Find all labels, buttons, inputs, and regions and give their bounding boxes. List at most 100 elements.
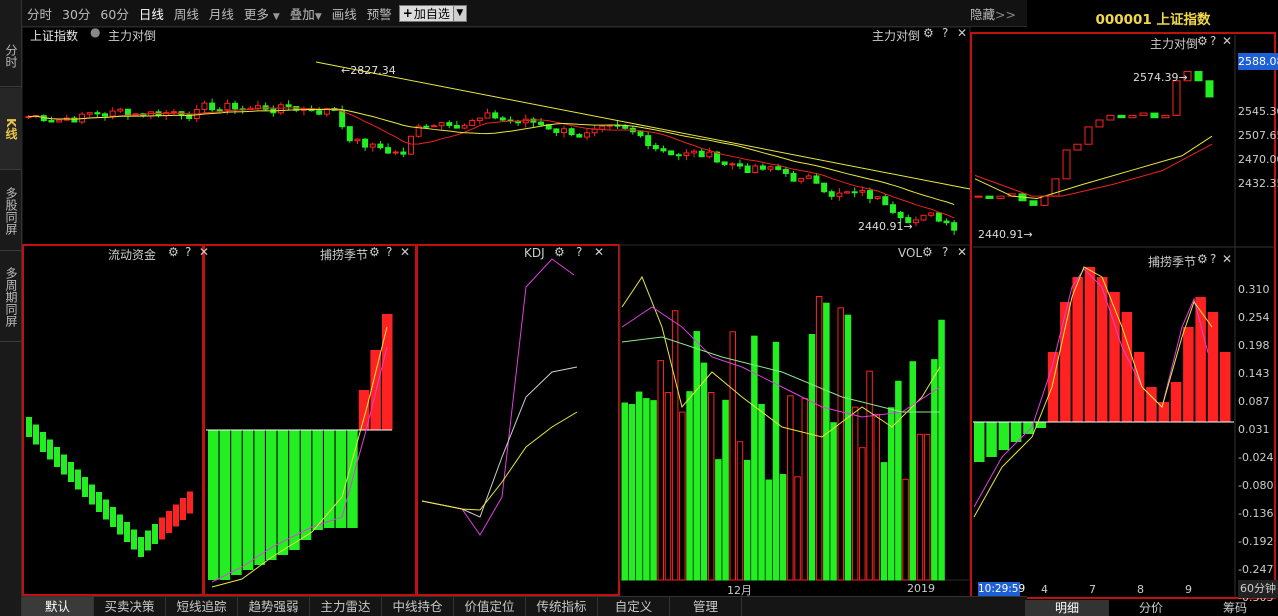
season-bar [289, 430, 300, 550]
season-bar [312, 430, 323, 530]
add-favorite-dropdown[interactable]: ▼ [453, 4, 467, 22]
liquidity-bar [33, 424, 39, 445]
candle-body [867, 190, 873, 199]
right-candle [1117, 114, 1126, 119]
candle-body [652, 145, 659, 150]
help-icon[interactable]: ? [942, 26, 948, 40]
nav-tab-multi-stock[interactable]: 多股同屏 [0, 171, 22, 251]
candle-body [346, 126, 353, 142]
liquidity-bar [54, 447, 60, 467]
draw-line-button[interactable]: 画线 [327, 4, 362, 23]
help-icon[interactable]: ? [576, 245, 582, 259]
gear-icon[interactable]: ⚙ [1197, 34, 1208, 48]
bottom-tab-short[interactable]: 短线追踪 [166, 597, 238, 616]
right-candle [996, 195, 1005, 199]
indicator-panels [22, 244, 971, 596]
candle-body [691, 150, 698, 154]
nav-tab-kline[interactable]: K线 [0, 88, 22, 170]
candle-body [576, 134, 583, 138]
candle-body [583, 132, 590, 138]
axis-tick-label: 2470.00 [1238, 153, 1278, 166]
candle-body [912, 219, 919, 224]
help-icon[interactable]: ? [1210, 252, 1216, 266]
bottom-tab-trend[interactable]: 趋势强弱 [238, 597, 310, 616]
period-monthly[interactable]: 月线 [204, 4, 239, 23]
gear-icon[interactable]: ⚙ [369, 245, 380, 259]
more-menu[interactable]: 更多 ▼ [239, 4, 285, 23]
candle-body [622, 125, 629, 129]
candle-body [377, 143, 384, 149]
bottom-tab-decision[interactable]: 买卖决策 [94, 597, 166, 616]
kdj-d-line [421, 411, 578, 511]
help-icon[interactable]: ? [1210, 34, 1216, 48]
season-bar [219, 430, 231, 580]
right-tab-price[interactable]: 分价 [1109, 600, 1193, 616]
period-daily[interactable]: 日线 [134, 4, 169, 23]
season-bar [277, 430, 289, 555]
right-season-bar [1183, 327, 1194, 422]
period-60min[interactable]: 60分 [95, 4, 133, 23]
ma-yellow-line [28, 108, 955, 205]
close-icon[interactable]: ✕ [957, 26, 967, 40]
close-icon[interactable]: ✕ [1222, 252, 1232, 266]
liquidity-bar [110, 507, 116, 527]
candle-body [56, 119, 63, 123]
close-icon[interactable]: ✕ [1222, 34, 1232, 48]
settings-circle-icon[interactable]: ● [90, 25, 100, 39]
period-selector[interactable]: 60分钟 [1238, 580, 1278, 598]
overlay-label: 叠加 [289, 6, 315, 22]
hide-button[interactable]: 隐藏>> [965, 4, 1021, 23]
period-30min[interactable]: 30分 [57, 4, 95, 23]
candle-body [469, 120, 476, 126]
close-icon[interactable]: ✕ [400, 245, 410, 259]
right-low-value: 2440.91 [978, 228, 1024, 241]
close-icon[interactable]: ✕ [199, 245, 209, 259]
candle-body [538, 121, 545, 126]
left-nav: 分时 K线 多股同屏 多周期同屏 [0, 0, 22, 616]
help-icon[interactable]: ? [942, 245, 948, 259]
volume-bar [700, 362, 708, 581]
candle-body [209, 102, 216, 111]
liquidity-bar [103, 499, 109, 520]
period-weekly[interactable]: 周线 [169, 4, 204, 23]
period-timeshare[interactable]: 分时 [22, 4, 57, 23]
axis-tick-label: 0.087 [1238, 395, 1270, 408]
right-tab-chips[interactable]: 筹码 [1193, 600, 1277, 616]
liquidity-bar [131, 529, 137, 550]
help-icon[interactable]: ? [386, 245, 392, 259]
bottom-tab-default[interactable]: 默认 [22, 597, 94, 616]
right-tab-detail[interactable]: 明细 [1025, 600, 1109, 616]
close-icon[interactable]: ✕ [594, 245, 604, 259]
gear-icon[interactable]: ⚙ [1197, 252, 1208, 266]
help-icon[interactable]: ? [185, 245, 191, 259]
candle-body [354, 138, 361, 142]
gear-icon[interactable]: ⚙ [554, 245, 565, 259]
add-favorite-button[interactable]: + 加自选 [398, 4, 454, 22]
overlay-menu[interactable]: 叠加▼ [285, 4, 327, 23]
main-indicator-label[interactable]: 主力对倒 [108, 27, 156, 44]
close-icon[interactable]: ✕ [957, 245, 967, 259]
gear-icon[interactable]: ⚙ [168, 245, 179, 259]
alert-button[interactable]: 预警 [362, 4, 397, 23]
bottom-tab-radar[interactable]: 主力雷达 [310, 597, 382, 616]
volume-bar [693, 331, 700, 581]
candle-body [316, 110, 323, 115]
candle-body [362, 138, 369, 148]
gear-icon[interactable]: ⚙ [923, 26, 934, 40]
right-high-value: 2574.39 [1133, 71, 1179, 84]
bottom-tab-midterm[interactable]: 中线持仓 [382, 597, 454, 616]
nav-tab-timeshare[interactable]: 分时 [0, 25, 22, 87]
bottom-tab-value[interactable]: 价值定位 [454, 597, 526, 616]
nav-tab-multi-period[interactable]: 多周期同屏 [0, 252, 22, 342]
panel-frame-kdj [416, 244, 620, 596]
volume-bar [808, 333, 816, 581]
bottom-tab-custom[interactable]: 自定义 [598, 597, 670, 616]
candle-body [446, 122, 453, 126]
bottom-tab-traditional[interactable]: 传统指标 [526, 597, 598, 616]
candle-body [102, 113, 108, 117]
right-candle [974, 195, 983, 198]
right-season-bar [1170, 382, 1182, 422]
axis-tick-label: -0.136 [1238, 507, 1274, 520]
gear-icon[interactable]: ⚙ [922, 245, 933, 259]
bottom-tab-manage[interactable]: 管理 [670, 597, 742, 616]
